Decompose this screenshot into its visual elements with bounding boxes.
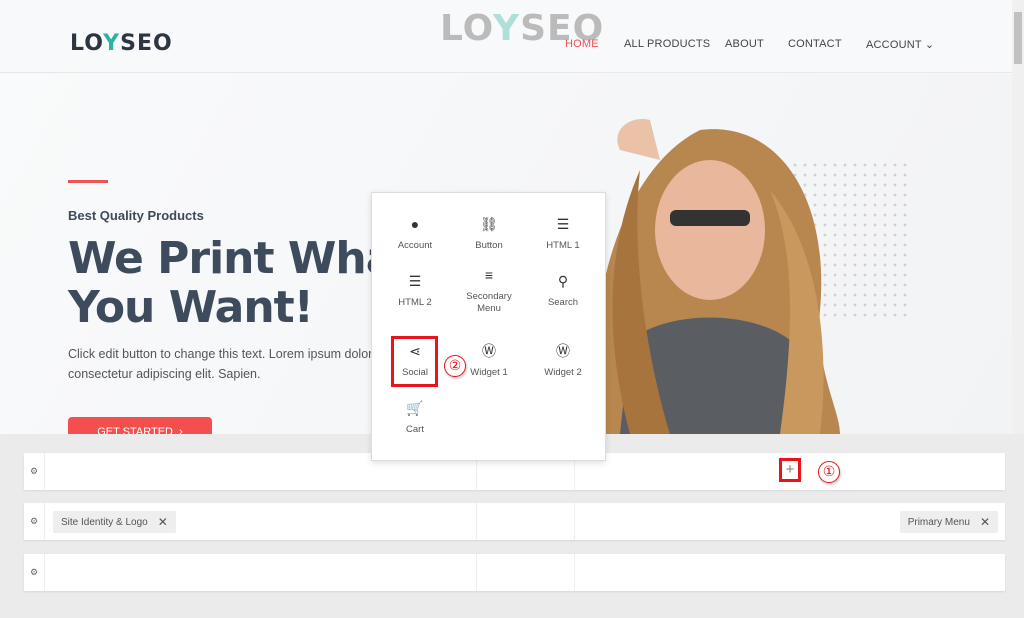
- person-icon: ●: [410, 216, 420, 232]
- builder-row-main: ⚙ Site Identity & Logo ✕ Primary Menu ✕: [24, 503, 1005, 540]
- annotation-2: ②: [444, 355, 466, 377]
- popup-item-search[interactable]: ⚲ Search: [528, 273, 598, 309]
- popup-item-secondary-menu[interactable]: ≡ Secondary Menu: [454, 267, 524, 315]
- nav-home[interactable]: HOME: [565, 38, 599, 50]
- html-icon: ☰: [408, 273, 422, 289]
- chevron-down-icon: ⌄: [924, 39, 935, 51]
- gear-icon[interactable]: ⚙: [24, 554, 45, 591]
- popup-item-cart[interactable]: 🛒 Cart: [380, 400, 450, 436]
- social-highlight: [391, 336, 438, 387]
- close-icon[interactable]: ✕: [980, 515, 990, 529]
- nav-account[interactable]: ACCOUNT ⌄: [866, 38, 934, 51]
- popup-item-html-1[interactable]: ☰ HTML 1: [528, 216, 598, 252]
- nav-contact[interactable]: CONTACT: [788, 38, 842, 50]
- builder-row-bottom: ⚙: [24, 554, 1005, 591]
- close-icon[interactable]: ✕: [158, 515, 168, 529]
- hero-description: Click edit button to change this text. L…: [68, 347, 373, 381]
- gear-icon[interactable]: ⚙: [24, 453, 45, 490]
- menu-icon: ≡: [484, 267, 494, 283]
- accent-line: [68, 180, 108, 183]
- popup-item-widget-2[interactable]: Ⓦ Widget 2: [528, 343, 598, 379]
- wordpress-icon: Ⓦ: [482, 343, 496, 359]
- site-logo[interactable]: LOYSEO: [70, 31, 173, 56]
- search-icon: ⚲: [557, 273, 569, 289]
- chip-primary-menu[interactable]: Primary Menu ✕: [899, 511, 998, 533]
- nav-all-products[interactable]: ALL PRODUCTS: [624, 38, 710, 50]
- popup-item-button[interactable]: ⛓ Button: [454, 216, 524, 252]
- chip-site-identity[interactable]: Site Identity & Logo ✕: [53, 511, 176, 533]
- gear-icon[interactable]: ⚙: [24, 503, 45, 540]
- add-item-button[interactable]: +: [779, 458, 801, 482]
- html-icon: ☰: [556, 216, 570, 232]
- popup-item-account[interactable]: ● Account: [380, 216, 450, 252]
- add-item-popup: ● Account ⛓ Button ☰ HTML 1 ☰ HTML 2 ≡ Second…: [371, 192, 606, 461]
- wordpress-icon: Ⓦ: [556, 343, 570, 359]
- scrollbar-thumb[interactable]: [1014, 12, 1022, 64]
- nav-about[interactable]: ABOUT: [725, 38, 764, 50]
- popup-item-html-2[interactable]: ☰ HTML 2: [380, 273, 450, 309]
- hero-subtitle: Best Quality Products: [68, 208, 204, 223]
- cart-icon: 🛒: [406, 400, 424, 416]
- link-icon: ⛓: [480, 216, 498, 232]
- scrollbar[interactable]: [1012, 0, 1024, 434]
- annotation-1: ①: [818, 461, 840, 483]
- hero-title: We Print What You Want!: [68, 233, 415, 333]
